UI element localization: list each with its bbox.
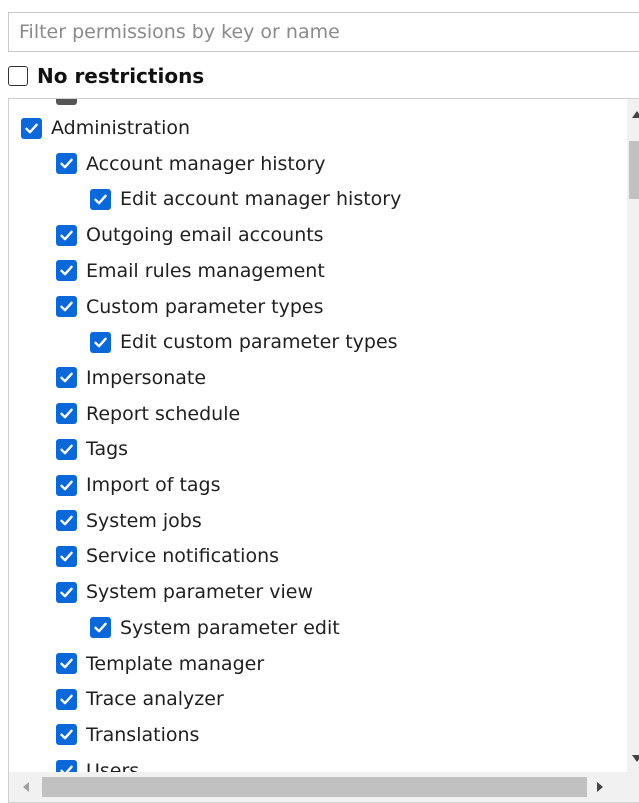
tree-item[interactable]: Outgoing email accounts [56,218,324,252]
tree-item-label: Service notifications [86,545,280,568]
horizontal-scrollbar[interactable] [9,772,639,802]
tree-item-label: Account manager history [86,152,326,175]
tree-item-label: Edit account manager history [120,188,402,211]
tree-item-label: Trace analyzer [86,688,224,711]
horizontal-scroll-thumb[interactable] [42,777,587,797]
scroll-down-arrow-icon[interactable] [632,755,639,762]
tree-item-label: Report schedule [86,402,241,425]
tree-item-label: Custom parameter types [86,295,324,318]
checkbox-checked-icon[interactable] [90,617,111,639]
vertical-scroll-thumb[interactable] [629,141,639,199]
tree-item-label: Import of tags [86,474,221,496]
checkbox-checked-icon[interactable] [56,724,77,746]
checkbox-checked-icon[interactable] [56,474,77,496]
tree-item[interactable]: Administration [21,111,190,145]
scroll-right-arrow-icon[interactable] [597,782,603,792]
tree-item-label: Email rules management [86,259,325,282]
checkbox-checked-icon[interactable] [56,153,77,175]
checkbox-checked-icon[interactable] [56,367,77,389]
tree-item-label: Tags [86,438,129,461]
checkbox-checked-icon[interactable] [56,581,77,603]
tree-item[interactable]: Custom parameter types [56,290,324,324]
no-restrictions-label: No restrictions [37,64,205,88]
no-restrictions-option[interactable]: No restrictions [8,63,204,89]
permission-filter-input[interactable] [9,13,639,51]
tree-item-label: System parameter view [86,581,313,604]
permissions-tree: Administration Account manager history Edi… [9,99,639,802]
partial-checkbox-icon[interactable] [56,99,77,105]
tree-item[interactable]: Report schedule [56,397,240,431]
tree-item[interactable]: Email rules management [56,254,325,288]
tree-item[interactable]: Translations [56,718,199,752]
checkbox-checked-icon[interactable] [56,438,77,460]
tree-item[interactable]: Edit custom parameter types [90,325,398,359]
no-restrictions-checkbox[interactable] [8,66,28,86]
tree-item-label: Translations [86,723,200,746]
tree-item[interactable]: Service notifications [56,539,279,573]
filter-field[interactable] [8,12,639,52]
checkbox-checked-icon[interactable] [56,296,77,317]
tree-item[interactable]: Account manager history [56,147,326,181]
vertical-scrollbar[interactable] [627,99,639,772]
tree-item-label: System parameter edit [120,616,340,639]
tree-item-label: Impersonate [86,366,207,389]
tree-item[interactable]: System parameter edit [90,611,340,645]
tree-item[interactable]: Template manager [56,647,264,681]
scroll-left-arrow-icon[interactable] [23,782,29,792]
checkbox-checked-icon[interactable] [90,188,111,210]
tree-item[interactable]: System parameter view [56,575,313,609]
checkbox-checked-icon[interactable] [56,688,77,710]
tree-item-label: Administration [51,117,191,139]
tree-item-label: Outgoing email accounts [86,224,324,247]
checkbox-checked-icon[interactable] [56,260,77,282]
tree-item-label: System jobs [86,509,202,532]
checkbox-checked-icon[interactable] [21,117,42,139]
tree-item[interactable]: Edit account manager history [90,182,401,216]
tree-item[interactable]: Tags [56,432,128,466]
tree-item[interactable]: System jobs [56,504,202,538]
scroll-up-arrow-icon[interactable] [632,111,639,118]
checkbox-checked-icon[interactable] [56,403,77,425]
checkbox-checked-icon[interactable] [56,510,77,532]
tree-item[interactable]: Trace analyzer [56,682,224,716]
tree-item-label: Edit custom parameter types [120,331,398,354]
tree-item-label: Template manager [86,652,265,675]
tree-item[interactable]: Impersonate [56,361,206,395]
permissions-tree-panel: Administration Account manager history Edi… [8,98,639,803]
checkbox-checked-icon[interactable] [56,545,77,567]
checkbox-checked-icon[interactable] [56,224,77,246]
checkbox-checked-icon[interactable] [90,331,111,353]
checkbox-checked-icon[interactable] [56,653,77,674]
tree-item[interactable]: Import of tags [56,468,221,502]
